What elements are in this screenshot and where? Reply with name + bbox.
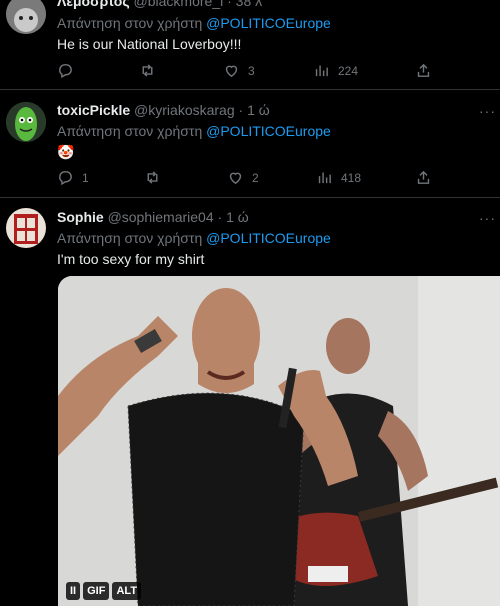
tweet-header: Λεμόσρτος @blackmore_i · 38 λ: [57, 0, 500, 10]
media-badges: II GIF ALT: [66, 582, 142, 600]
reply-mention-link[interactable]: @POLITICOEurope: [206, 123, 331, 139]
avatar[interactable]: [6, 208, 46, 248]
tweet-content: Sophie @sophiemarie04 · 1 ώ ··· Απάντηση…: [57, 208, 500, 268]
reply-to-line: Απάντηση στον χρήστη @POLITICOEurope: [57, 122, 500, 140]
separator: ·: [238, 102, 244, 118]
tweet-content: Λεμόσρτος @blackmore_i · 38 λ Απάντηση σ…: [57, 0, 500, 53]
views-icon: [315, 65, 328, 77]
display-name[interactable]: toxicPickle: [57, 102, 130, 118]
user-handle[interactable]: @blackmore_i: [134, 0, 224, 9]
retweet-button[interactable]: [144, 169, 161, 186]
more-options-button[interactable]: ···: [479, 103, 496, 119]
tweet[interactable]: toxicPickle @kyriakoskarag · 1 ώ ··· Απά…: [0, 90, 500, 198]
tweet-text: 🤡: [57, 144, 75, 160]
views-button[interactable]: 418: [316, 169, 361, 186]
share-icon: [417, 170, 430, 184]
reply-mention-link[interactable]: @POLITICOEurope: [206, 15, 331, 31]
tweet[interactable]: Λεμόσρτος @blackmore_i · 38 λ Απάντηση σ…: [0, 0, 500, 90]
heart-icon: [225, 65, 238, 78]
display-name[interactable]: Sophie: [57, 209, 104, 225]
reply-button[interactable]: 1: [57, 169, 89, 186]
retweet-icon: [142, 64, 153, 77]
gif-media[interactable]: II GIF ALT: [58, 276, 500, 606]
view-count: 418: [341, 170, 362, 185]
display-name[interactable]: Λεμόσρτος: [57, 0, 130, 9]
gif-badge: GIF: [83, 582, 110, 600]
reply-icon: [59, 64, 72, 79]
views-button[interactable]: 224: [313, 62, 358, 79]
separator: ·: [217, 209, 223, 225]
avatar[interactable]: [6, 0, 46, 34]
tweet-text: I'm too sexy for my shirt: [57, 251, 205, 267]
tweet-content: toxicPickle @kyriakoskarag · 1 ώ ··· Απά…: [57, 101, 500, 161]
view-count: 224: [338, 63, 359, 78]
action-bar: 1 2 418: [0, 169, 500, 189]
more-options-button[interactable]: ···: [479, 210, 496, 226]
tweet-text: He is our National Loverboy!!!: [57, 36, 242, 52]
retweet-button[interactable]: [139, 62, 156, 79]
reply-to-line: Απάντηση στον χρήστη @POLITICOEurope: [57, 14, 500, 32]
user-handle[interactable]: @kyriakoskarag: [134, 102, 235, 118]
separator: ·: [227, 0, 232, 9]
share-button[interactable]: [415, 62, 432, 79]
share-button[interactable]: [415, 169, 432, 186]
timestamp[interactable]: 1 ώ: [247, 102, 270, 118]
like-count: 3: [248, 63, 255, 78]
reply-prefix: Απάντηση στον χρήστη: [57, 230, 203, 246]
reply-icon: [59, 171, 72, 186]
alt-text-button[interactable]: ALT: [112, 582, 142, 600]
reply-prefix: Απάντηση στον χρήστη: [57, 123, 203, 139]
share-icon: [417, 63, 430, 77]
reply-mention-link[interactable]: @POLITICOEurope: [206, 230, 331, 246]
reply-button[interactable]: [57, 62, 82, 79]
avatar[interactable]: [6, 102, 46, 142]
timestamp[interactable]: 38 λ: [236, 0, 262, 9]
reply-count: 1: [82, 170, 89, 185]
views-icon: [318, 172, 331, 184]
reply-prefix: Απάντηση στον χρήστη: [57, 15, 203, 31]
timestamp[interactable]: 1 ώ: [226, 209, 249, 225]
reply-to-line: Απάντηση στον χρήστη @POLITICOEurope: [57, 229, 500, 247]
retweet-icon: [147, 171, 158, 184]
pause-button[interactable]: II: [66, 582, 81, 600]
heart-icon: [229, 172, 242, 185]
tweet-header: toxicPickle @kyriakoskarag · 1 ώ: [57, 101, 500, 119]
like-button[interactable]: 2: [227, 169, 259, 186]
tweet-header: Sophie @sophiemarie04 · 1 ώ: [57, 208, 500, 226]
gif-frame-image: [58, 276, 500, 606]
like-count: 2: [252, 170, 259, 185]
like-button[interactable]: 3: [223, 62, 255, 79]
action-bar: 3 224: [0, 62, 500, 82]
user-handle[interactable]: @sophiemarie04: [108, 209, 214, 225]
